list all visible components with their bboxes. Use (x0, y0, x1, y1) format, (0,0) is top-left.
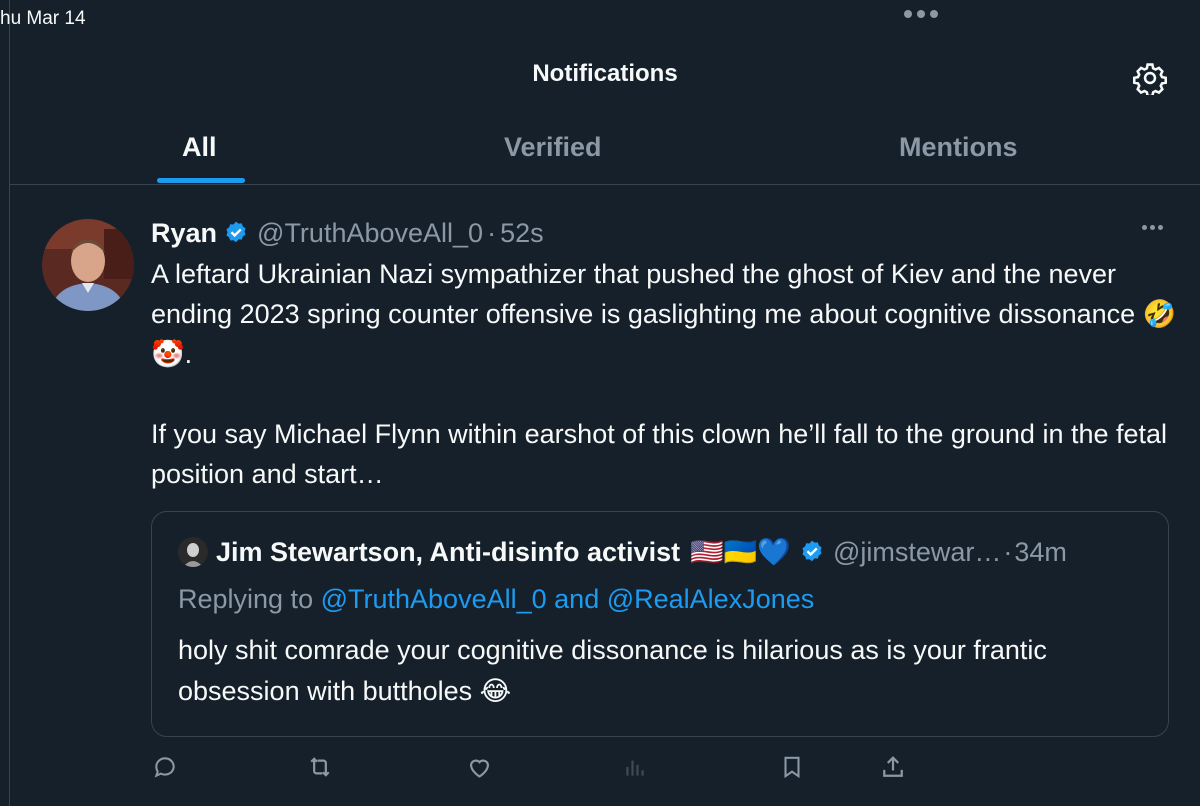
author-name[interactable]: Ryan (151, 218, 217, 249)
views-icon[interactable] (620, 752, 650, 782)
quoted-timestamp[interactable]: 34m (1014, 537, 1067, 568)
mention-link[interactable]: @RealAlexJones (607, 584, 815, 614)
timestamp[interactable]: 52s (500, 218, 544, 249)
gear-icon[interactable] (1130, 58, 1170, 98)
notification-tabs: All Verified Mentions (10, 118, 1200, 184)
separator: · (487, 217, 497, 248)
avatar[interactable] (178, 537, 208, 567)
verified-badge-icon (799, 539, 825, 565)
divider (10, 184, 1200, 185)
tab-all[interactable]: All (182, 132, 217, 163)
reply-icon[interactable] (150, 752, 180, 782)
author-handle[interactable]: @TruthAboveAll_0 (257, 218, 483, 249)
active-tab-indicator (157, 178, 245, 183)
tweet-actions (0, 752, 1200, 788)
replying-to-and: and (554, 584, 600, 614)
name-emojis: 🇺🇸🇺🇦💙 (690, 537, 791, 567)
more-options-icon[interactable] (1142, 225, 1163, 230)
replying-to-label: Replying to (178, 584, 314, 614)
quoted-tweet-text: holy shit comrade your cognitive dissona… (178, 635, 1047, 706)
avatar[interactable] (42, 219, 134, 311)
status-date: hu Mar 14 (0, 8, 86, 29)
multitasking-dots-icon[interactable] (904, 10, 938, 18)
page-title: Notifications (532, 60, 678, 87)
quoted-author-handle[interactable]: @jimstewar… (833, 537, 1001, 568)
verified-badge-icon (223, 220, 249, 246)
mention-link[interactable]: @TruthAboveAll_0 (321, 584, 547, 614)
tab-mentions[interactable]: Mentions (899, 132, 1018, 163)
quoted-author-name[interactable]: Jim Stewartson, Anti-disinfo activist (216, 537, 680, 568)
bookmark-icon[interactable] (777, 752, 807, 782)
quoted-tweet-header: Jim Stewartson, Anti-disinfo activist 🇺🇸… (178, 536, 1067, 568)
share-icon[interactable] (878, 752, 908, 782)
like-icon[interactable] (464, 752, 494, 782)
quoted-tweet[interactable]: Jim Stewartson, Anti-disinfo activist 🇺🇸… (151, 511, 1169, 737)
tweet-header: Ryan @TruthAboveAll_0 · 52s (151, 214, 544, 252)
replying-to: Replying to @TruthAboveAll_0 and @RealAl… (178, 584, 814, 615)
tab-verified[interactable]: Verified (504, 132, 602, 163)
separator: · (1003, 536, 1013, 567)
retweet-icon[interactable] (305, 752, 335, 782)
tweet-text: A leftard Ukrainian Nazi sympathizer tha… (151, 259, 1177, 489)
